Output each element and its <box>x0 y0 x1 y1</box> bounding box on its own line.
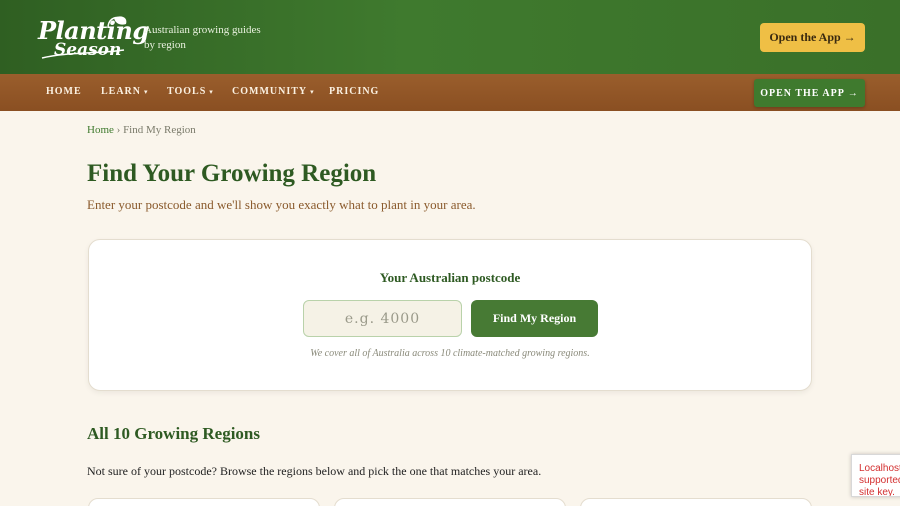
nav-item-home[interactable]: HOME <box>46 86 82 97</box>
regions-section-title: All 10 Growing Regions <box>87 424 261 443</box>
chevron-down-icon: ▾ <box>310 88 315 96</box>
postcode-label: Your Australian postcode <box>379 270 521 285</box>
coverage-note: We cover all of Australia across 10 clim… <box>310 348 590 359</box>
nav-item-community[interactable]: COMMUNITY ▾ <box>232 86 315 97</box>
open-app-button-nav[interactable]: OPEN THE APP → <box>754 79 865 107</box>
nav-item-tools[interactable]: TOOLS ▾ <box>167 86 214 97</box>
breadcrumb-home-link[interactable]: Home <box>87 124 114 136</box>
nav-item-learn[interactable]: LEARN ▾ <box>101 86 149 97</box>
site-tagline: Australian growing guides by region <box>144 23 264 53</box>
regions-section-text: Not sure of your postcode? Browse the re… <box>87 464 542 478</box>
find-my-region-button[interactable]: Find My Region <box>471 300 598 337</box>
recaptcha-text: supported <box>859 475 900 486</box>
chevron-down-icon: ▾ <box>209 88 214 96</box>
recaptcha-badge[interactable]: Localhost supported site key. <box>851 454 900 497</box>
tagline-line-1: Australian growing guides <box>144 24 261 36</box>
nav-item-pricing[interactable]: PRICING <box>329 86 379 97</box>
chevron-down-icon: ▾ <box>144 88 149 96</box>
logo-wordmark-bottom: Season <box>54 40 122 60</box>
nav-item-label: LEARN <box>101 86 142 97</box>
region-card[interactable] <box>334 498 566 506</box>
region-card[interactable] <box>580 498 812 506</box>
tagline-line-2: by region <box>144 39 186 51</box>
postcode-input[interactable] <box>303 300 462 337</box>
page-title: Find Your Growing Region <box>87 160 377 187</box>
region-card[interactable] <box>88 498 320 506</box>
open-app-button-header[interactable]: Open the App → <box>760 23 865 52</box>
nav-item-label: HOME <box>46 86 82 97</box>
breadcrumb-current: Find My Region <box>123 124 196 136</box>
site-header: Planting Season Australian growing guide… <box>0 0 900 74</box>
breadcrumb: Home › Find My Region <box>87 124 196 136</box>
recaptcha-text: site key. <box>859 487 895 497</box>
nav-item-label: PRICING <box>329 86 380 97</box>
nav-item-label: TOOLS <box>167 86 207 97</box>
postcode-card: Your Australian postcode Find My Region … <box>88 239 812 391</box>
breadcrumb-separator: › <box>116 124 121 136</box>
page-subtitle: Enter your postcode and we'll show you e… <box>87 197 476 212</box>
recaptcha-text: Localhost <box>859 463 900 474</box>
site-logo[interactable]: Planting Season <box>36 14 149 62</box>
nav-item-label: COMMUNITY <box>232 86 308 97</box>
